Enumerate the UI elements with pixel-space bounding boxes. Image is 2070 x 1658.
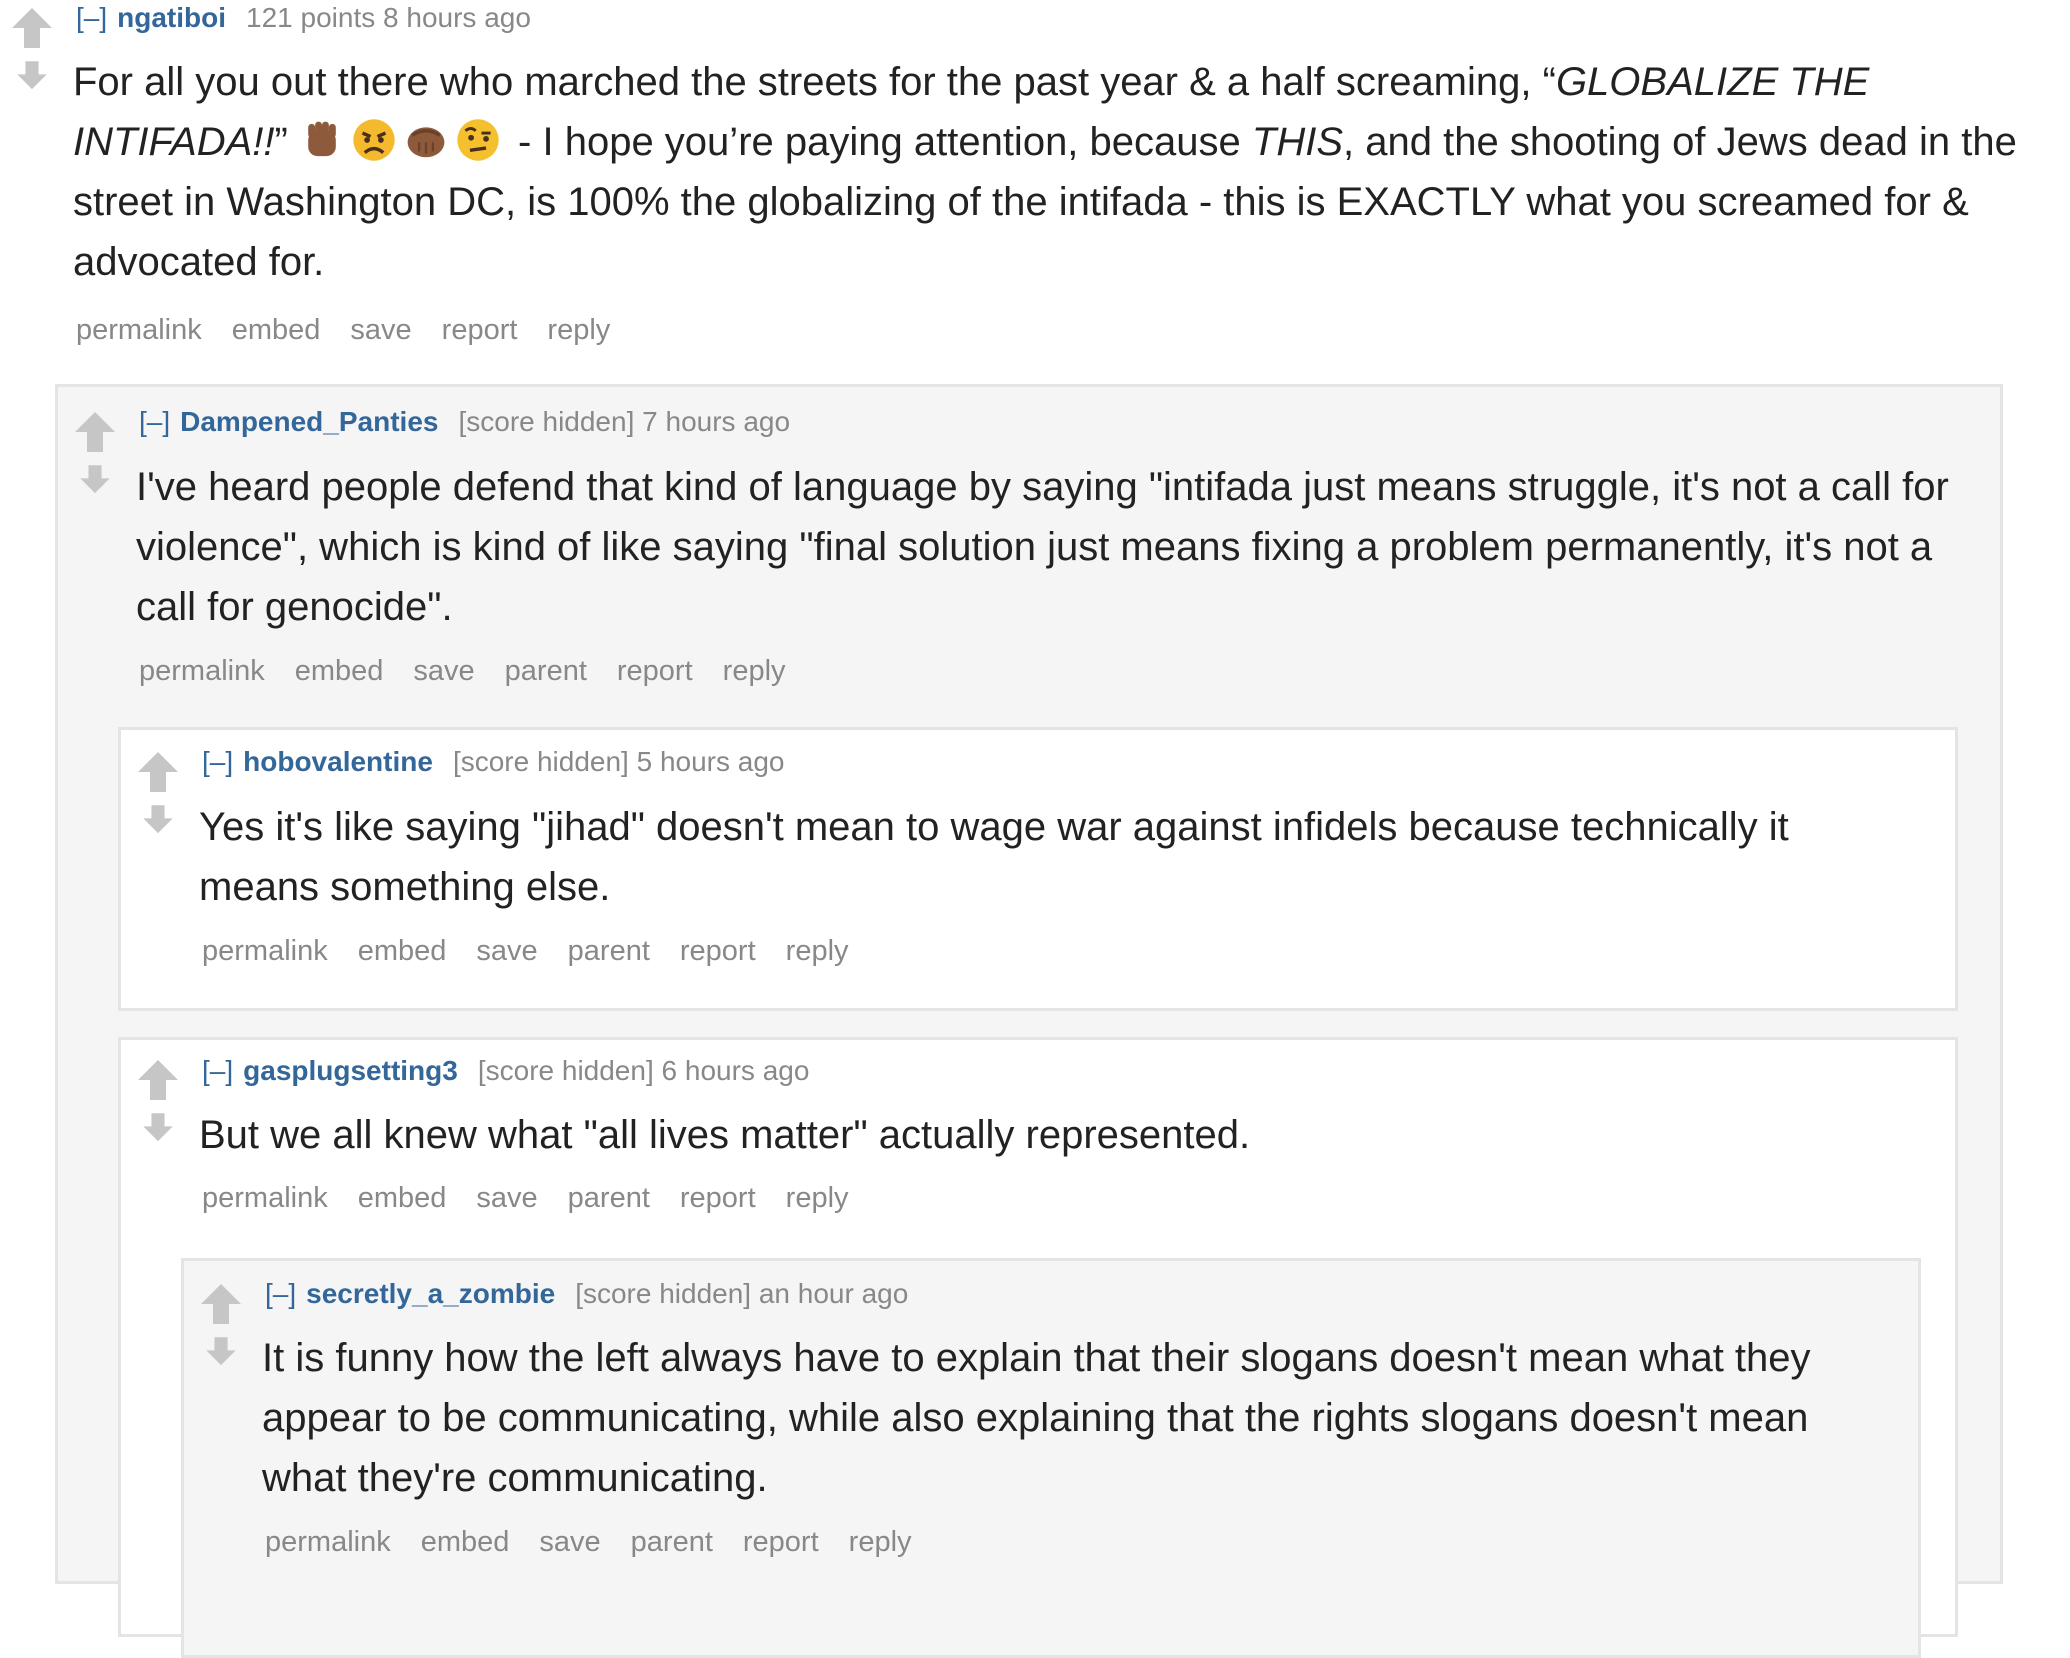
comment-body: For all you out there who marched the st… [73, 52, 2023, 292]
permalink-link[interactable]: permalink [76, 314, 202, 346]
report-link[interactable]: report [680, 935, 756, 967]
tagline: [–] ngatiboi 121 points 8 hours ago [76, 2, 531, 34]
angry-face-icon [353, 119, 395, 161]
downvote-arrow-icon[interactable] [77, 462, 113, 498]
author-link[interactable]: gasplugsetting3 [243, 1055, 458, 1086]
collapse-toggle[interactable]: [–] [139, 406, 170, 437]
score: [score hidden] [575, 1278, 752, 1309]
save-link[interactable]: save [476, 1182, 537, 1214]
comment-text: For all you out there who marched the st… [73, 60, 2017, 284]
report-link[interactable]: report [680, 1182, 756, 1214]
downvote-arrow-icon[interactable] [203, 1334, 239, 1370]
score: 121 points [246, 2, 376, 33]
embed-link[interactable]: embed [295, 655, 384, 687]
raised-fist-icon [308, 121, 336, 157]
save-link[interactable]: save [476, 935, 537, 967]
score: [score hidden] [477, 1055, 654, 1086]
reply-link[interactable]: reply [723, 655, 786, 687]
author-link[interactable]: ngatiboi [117, 2, 226, 33]
tagline: [–] secretly_a_zombie [score hidden] an ho… [265, 1278, 908, 1310]
tagline: [–] hobovalentine [score hidden] 5 hours a… [202, 746, 785, 778]
author-link[interactable]: secretly_a_zombie [306, 1278, 555, 1309]
reply-link[interactable]: reply [786, 935, 849, 967]
comment-text: It is funny how the left always have to … [262, 1336, 1811, 1500]
parent-link[interactable]: parent [631, 1526, 713, 1558]
upvote-arrow-icon[interactable] [10, 6, 54, 50]
timestamp: 5 hours ago [636, 746, 785, 777]
embed-link[interactable]: embed [232, 314, 321, 346]
reply-link[interactable]: reply [849, 1526, 912, 1558]
tagline: [–] gasplugsetting3 [score hidden] 6 hours… [202, 1055, 809, 1087]
save-link[interactable]: save [350, 314, 411, 346]
comment-actions: permalink embed save parent report reply [265, 1526, 942, 1559]
parent-link[interactable]: parent [568, 935, 650, 967]
downvote-arrow-icon[interactable] [140, 802, 176, 838]
fist-bump-icon [407, 127, 445, 158]
comment-dampened-panties: [–] Dampened_Panties [score hidden] 7 hour… [55, 384, 2003, 1658]
comment-actions: permalink embed save parent report reply [202, 1182, 879, 1215]
timestamp: 6 hours ago [661, 1055, 810, 1086]
permalink-link[interactable]: permalink [202, 1182, 328, 1214]
reply-link[interactable]: reply [786, 1182, 849, 1214]
comment-text: But we all knew what "all lives matter" … [199, 1113, 1251, 1157]
comment-actions: permalink embed save parent report reply [202, 935, 879, 968]
embed-link[interactable]: embed [358, 1182, 447, 1214]
tagline: [–] Dampened_Panties [score hidden] 7 hour… [139, 406, 790, 438]
parent-link[interactable]: parent [568, 1182, 650, 1214]
author-link[interactable]: Dampened_Panties [180, 406, 438, 437]
comment-body: I've heard people defend that kind of la… [136, 457, 1986, 637]
upvote-arrow-icon[interactable] [136, 750, 180, 794]
comment-hobovalentine: [–] hobovalentine [score hidden] 5 hours a… [118, 727, 1958, 1011]
comment-gasplugsetting3: [–] gasplugsetting3 [score hidden] 6 hours… [118, 1037, 1958, 1658]
reply-link[interactable]: reply [547, 314, 610, 346]
timestamp: 7 hours ago [642, 406, 791, 437]
raised-eyebrow-face-icon [457, 119, 499, 161]
comment-actions: permalink embed save parent report reply [139, 655, 816, 688]
report-link[interactable]: report [617, 655, 693, 687]
collapse-toggle[interactable]: [–] [202, 1055, 233, 1086]
parent-link[interactable]: parent [505, 655, 587, 687]
upvote-arrow-icon[interactable] [73, 410, 117, 454]
score: [score hidden] [452, 746, 629, 777]
timestamp: 8 hours ago [383, 2, 531, 33]
save-link[interactable]: save [539, 1526, 600, 1558]
embed-link[interactable]: embed [358, 935, 447, 967]
downvote-arrow-icon[interactable] [140, 1110, 176, 1146]
comment-actions: permalink embed save report reply [76, 314, 640, 347]
comment-body: Yes it's like saying "jihad" doesn't mea… [199, 797, 1919, 917]
comment-text: Yes it's like saying "jihad" doesn't mea… [199, 805, 1789, 909]
upvote-arrow-icon[interactable] [199, 1282, 243, 1326]
comment-ngatiboi: [–] ngatiboi 121 points 8 hours ago For al… [0, 0, 2070, 370]
save-link[interactable]: save [413, 655, 474, 687]
comment-body: It is funny how the left always have to … [262, 1328, 1902, 1508]
comment-text: I've heard people defend that kind of la… [136, 465, 1949, 629]
timestamp: an hour ago [758, 1278, 909, 1309]
comment-body: But we all knew what "all lives matter" … [199, 1105, 1919, 1165]
score: [score hidden] [458, 406, 635, 437]
downvote-arrow-icon[interactable] [14, 58, 50, 94]
permalink-link[interactable]: permalink [265, 1526, 391, 1558]
embed-link[interactable]: embed [421, 1526, 510, 1558]
permalink-link[interactable]: permalink [202, 935, 328, 967]
permalink-link[interactable]: permalink [139, 655, 265, 687]
upvote-arrow-icon[interactable] [136, 1058, 180, 1102]
author-link[interactable]: hobovalentine [243, 746, 433, 777]
report-link[interactable]: report [743, 1526, 819, 1558]
collapse-toggle[interactable]: [–] [202, 746, 233, 777]
report-link[interactable]: report [442, 314, 518, 346]
collapse-toggle[interactable]: [–] [76, 2, 107, 33]
collapse-toggle[interactable]: [–] [265, 1278, 296, 1309]
comment-secretly-a-zombie: [–] secretly_a_zombie [score hidden] an ho… [181, 1258, 1921, 1658]
